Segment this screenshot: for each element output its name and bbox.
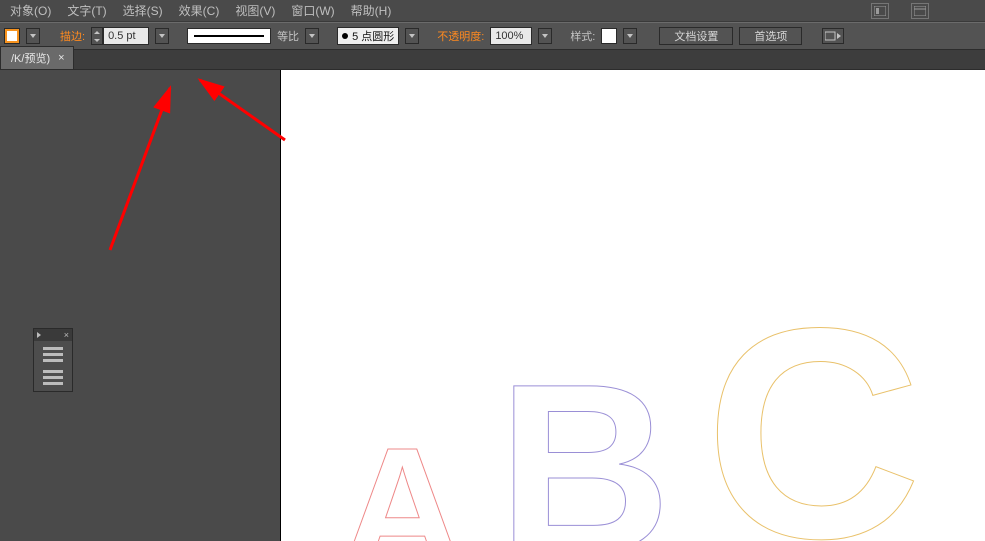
style-label: 样式: [570, 28, 595, 44]
stroke-weight-stepper[interactable] [91, 27, 149, 45]
letter-a-outline[interactable]: A [341, 410, 464, 541]
stroke-profile-dropdown[interactable] [305, 28, 319, 44]
panel-lines-icon-2[interactable] [43, 376, 63, 379]
outline-text: A B C [341, 260, 922, 541]
panel-close-icon[interactable]: × [64, 331, 69, 340]
stroke-label: 描边: [60, 28, 85, 44]
fill-swatch[interactable] [4, 28, 20, 44]
menu-text[interactable]: 文字(T) [67, 2, 106, 19]
letter-c-outline[interactable]: C [705, 260, 922, 541]
menu-object[interactable]: 对象(O) [10, 2, 51, 19]
stroke-weight-dropdown[interactable] [155, 28, 169, 44]
document-tab-title: /K/预览) [11, 50, 50, 66]
control-bar: 描边: 等比 5 点圆形 不透明度: 样式: 文档设置 首选项 [0, 22, 985, 50]
floating-panel[interactable]: × [33, 328, 73, 392]
canvas-area[interactable]: A B C [280, 70, 985, 541]
brush-dropdown-arrow[interactable] [405, 28, 419, 44]
collapse-icon[interactable] [37, 332, 41, 338]
style-dropdown[interactable] [623, 28, 637, 44]
opacity-label: 不透明度: [437, 28, 484, 44]
artboard[interactable]: A B C [280, 70, 985, 541]
menu-select[interactable]: 选择(S) [123, 2, 163, 19]
stroke-profile-label: 等比 [277, 28, 299, 44]
stroke-profile-preview[interactable] [187, 28, 271, 44]
document-setup-button[interactable]: 文档设置 [659, 27, 733, 45]
stroke-weight-input[interactable] [103, 27, 149, 45]
layout-icon-1[interactable] [871, 3, 889, 19]
document-tab-strip: /K/预览) × [0, 50, 985, 70]
menu-bar: 对象(O) 文字(T) 选择(S) 效果(C) 视图(V) 窗口(W) 帮助(H… [0, 0, 985, 22]
pasteboard: × [0, 70, 280, 541]
close-icon[interactable]: × [58, 52, 64, 64]
menu-effect[interactable]: 效果(C) [179, 2, 220, 19]
menu-view[interactable]: 视图(V) [235, 2, 275, 19]
opacity-dropdown[interactable] [538, 28, 552, 44]
opacity-input[interactable] [490, 27, 532, 45]
floating-panel-header[interactable]: × [34, 329, 72, 341]
work-area: × A B C [0, 70, 985, 541]
preferences-button[interactable]: 首选项 [739, 27, 802, 45]
letter-b-outline[interactable]: B [498, 330, 671, 541]
brush-dropdown[interactable]: 5 点圆形 [337, 27, 399, 45]
layout-icon-2[interactable] [911, 3, 929, 19]
brush-label: 5 点圆形 [352, 28, 394, 44]
style-swatch[interactable] [601, 28, 617, 44]
document-tab[interactable]: /K/预览) × [0, 46, 74, 69]
menu-window[interactable]: 窗口(W) [291, 2, 334, 19]
brush-dot-icon [342, 33, 348, 39]
panel-lines-icon[interactable] [43, 353, 63, 356]
panel-toggle-icon[interactable] [822, 28, 844, 44]
fill-dropdown[interactable] [26, 28, 40, 44]
menu-help[interactable]: 帮助(H) [351, 2, 392, 19]
